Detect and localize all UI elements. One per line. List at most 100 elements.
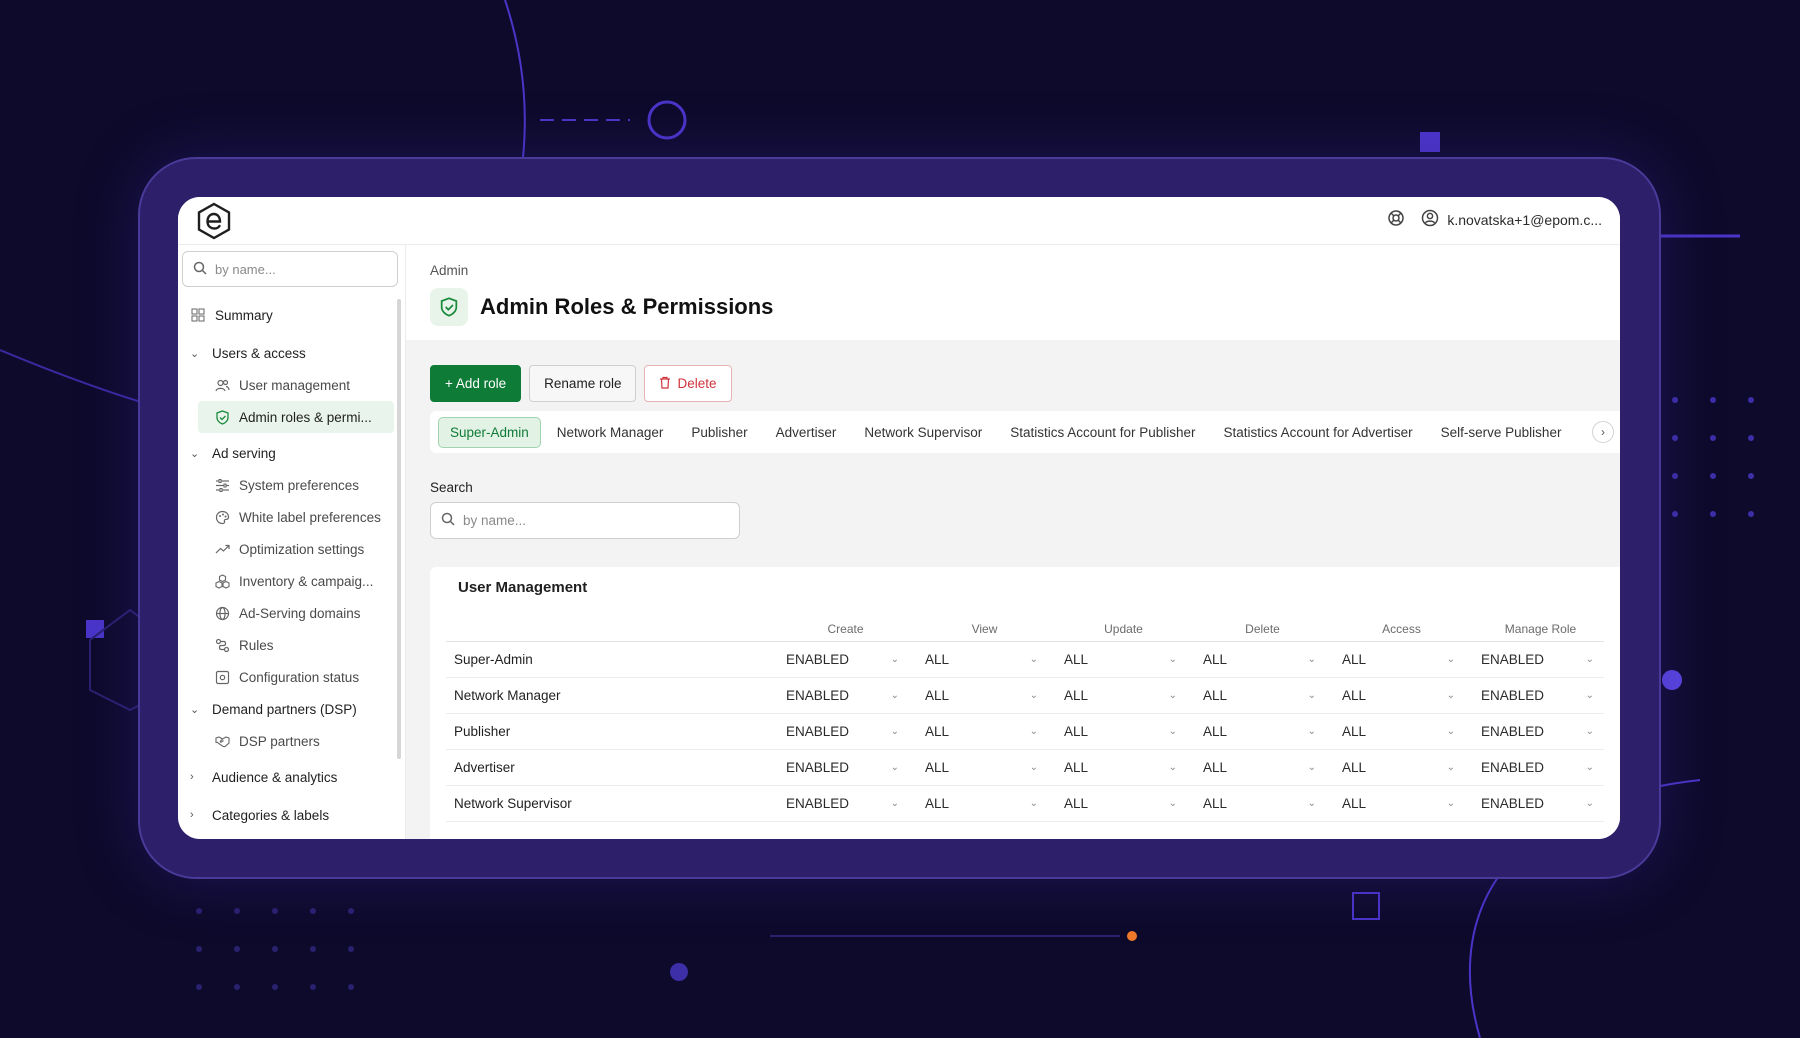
permission-select[interactable]: ENABLED ⌄ bbox=[776, 724, 915, 739]
chevron-down-icon: ⌄ bbox=[1307, 798, 1316, 809]
permission-value: ENABLED bbox=[786, 796, 850, 811]
header-role bbox=[446, 622, 776, 641]
rename-role-button[interactable]: Rename role bbox=[529, 365, 637, 402]
sidebar-group-users-access[interactable]: ⌄ Users & access bbox=[178, 337, 398, 369]
sidebar-search-input[interactable]: by name... bbox=[182, 251, 398, 287]
app-logo[interactable] bbox=[194, 201, 234, 241]
chevron-right-icon: › bbox=[190, 771, 194, 783]
sidebar-item-dsp-partners[interactable]: DSP partners bbox=[178, 725, 398, 757]
sidebar-item-white-label[interactable]: White label preferences bbox=[178, 501, 398, 533]
action-toolbar: + Add role Rename role Delete bbox=[430, 365, 732, 402]
help-icon[interactable] bbox=[1387, 209, 1405, 230]
sidebar-item-inventory[interactable]: Inventory & campaig... bbox=[178, 565, 398, 597]
permission-select[interactable]: ALL ⌄ bbox=[1332, 760, 1471, 775]
sidebar-item-summary[interactable]: Summary bbox=[178, 299, 398, 331]
sidebar-item-optimization[interactable]: Optimization settings bbox=[178, 533, 398, 565]
sidebar-item-user-management[interactable]: User management bbox=[178, 369, 398, 401]
permission-select[interactable]: ALL ⌄ bbox=[1193, 688, 1332, 703]
table-header: Create View Update Delete Access Manage … bbox=[446, 622, 1604, 642]
permissions-table: Create View Update Delete Access Manage … bbox=[446, 622, 1604, 822]
permission-select[interactable]: ENABLED ⌄ bbox=[1471, 652, 1610, 667]
add-role-button[interactable]: + Add role bbox=[430, 365, 522, 402]
top-bar: k.novatska+1@epom.c... bbox=[178, 197, 1620, 245]
permission-select[interactable]: ENABLED ⌄ bbox=[1471, 688, 1610, 703]
permission-select[interactable]: ENABLED ⌄ bbox=[776, 652, 915, 667]
sidebar-group-dsp[interactable]: ⌄ Demand partners (DSP) bbox=[178, 693, 398, 725]
permission-value: ALL bbox=[1342, 688, 1367, 703]
sidebar-group-label: Users & access bbox=[212, 345, 306, 361]
sidebar-item-ad-serving-domains[interactable]: Ad-Serving domains bbox=[178, 597, 398, 629]
permission-select[interactable]: ALL ⌄ bbox=[1332, 796, 1471, 811]
tab-self-serve-publisher[interactable]: Self-serve Publisher bbox=[1429, 417, 1574, 448]
sidebar-search-placeholder: by name... bbox=[215, 261, 276, 277]
permission-select[interactable]: ENABLED ⌄ bbox=[776, 796, 915, 811]
tab-statistics-advertiser[interactable]: Statistics Account for Advertiser bbox=[1212, 417, 1425, 448]
permission-select[interactable]: ENABLED ⌄ bbox=[1471, 724, 1610, 739]
sidebar-scrollbar[interactable] bbox=[397, 299, 401, 759]
tab-super-admin[interactable]: Super-Admin bbox=[438, 416, 541, 448]
permission-select[interactable]: ALL ⌄ bbox=[915, 724, 1054, 739]
permission-select[interactable]: ALL ⌄ bbox=[1054, 724, 1193, 739]
chevron-down-icon: ⌄ bbox=[1029, 726, 1038, 737]
permission-select[interactable]: ALL ⌄ bbox=[1332, 652, 1471, 667]
role-tabs: Super-Admin Network Manager Publisher Ad… bbox=[430, 411, 1620, 453]
dashboard-icon bbox=[190, 307, 206, 323]
permission-select[interactable]: ALL ⌄ bbox=[1054, 688, 1193, 703]
column-header: Access bbox=[1382, 622, 1421, 636]
cubes-icon bbox=[214, 573, 230, 589]
chevron-down-icon: ⌄ bbox=[1585, 762, 1594, 773]
sidebar-item-rules[interactable]: Rules bbox=[178, 629, 398, 661]
sidebar-item-config-status[interactable]: Configuration status bbox=[178, 661, 398, 693]
permission-select[interactable]: ALL ⌄ bbox=[1193, 760, 1332, 775]
permission-select[interactable]: ALL ⌄ bbox=[915, 688, 1054, 703]
chevron-down-icon: ⌄ bbox=[1446, 762, 1455, 773]
permission-select[interactable]: ENABLED ⌄ bbox=[1471, 760, 1610, 775]
permission-value: ALL bbox=[1203, 796, 1228, 811]
sidebar-item-label: White label preferences bbox=[239, 509, 381, 525]
sidebar-group-ad-serving[interactable]: ⌄ Ad serving bbox=[178, 437, 398, 469]
permission-select[interactable]: ALL ⌄ bbox=[1332, 688, 1471, 703]
permission-select[interactable]: ENABLED ⌄ bbox=[776, 688, 915, 703]
permission-select[interactable]: ALL ⌄ bbox=[1332, 724, 1471, 739]
permission-select[interactable]: ALL ⌄ bbox=[915, 796, 1054, 811]
column-header: View bbox=[971, 622, 998, 636]
breadcrumb[interactable]: Admin bbox=[430, 263, 468, 278]
permission-select[interactable]: ALL ⌄ bbox=[1193, 796, 1332, 811]
permission-select[interactable]: ALL ⌄ bbox=[1054, 760, 1193, 775]
sidebar-item-label: Configuration status bbox=[239, 669, 360, 685]
tab-advertiser[interactable]: Advertiser bbox=[764, 417, 849, 448]
tab-network-manager[interactable]: Network Manager bbox=[545, 417, 676, 448]
permission-value: ENABLED bbox=[786, 760, 850, 775]
role-name: Network Manager bbox=[454, 688, 561, 703]
tab-statistics-publisher[interactable]: Statistics Account for Publisher bbox=[998, 417, 1207, 448]
trash-icon bbox=[659, 376, 671, 392]
permission-select[interactable]: ENABLED ⌄ bbox=[1471, 796, 1610, 811]
permission-value: ALL bbox=[925, 760, 950, 775]
sidebar: by name... Summary ⌄ Users & access User… bbox=[178, 245, 406, 839]
permission-search-input[interactable]: by name... bbox=[430, 502, 740, 539]
role-name: Network Supervisor bbox=[454, 796, 572, 811]
chevron-down-icon: ⌄ bbox=[1029, 762, 1038, 773]
permission-select[interactable]: ALL ⌄ bbox=[1193, 724, 1332, 739]
sidebar-item-system-preferences[interactable]: System preferences bbox=[178, 469, 398, 501]
tab-network-supervisor[interactable]: Network Supervisor bbox=[852, 417, 994, 448]
permission-value: ALL bbox=[1064, 760, 1089, 775]
permission-value: ENABLED bbox=[1481, 652, 1545, 667]
sidebar-item-label: Admin roles & permi... bbox=[239, 409, 372, 425]
permission-select[interactable]: ALL ⌄ bbox=[1054, 796, 1193, 811]
sidebar-group-categories[interactable]: › Categories & labels bbox=[178, 799, 398, 831]
permission-select[interactable]: ALL ⌄ bbox=[1054, 652, 1193, 667]
user-avatar-icon bbox=[1421, 209, 1439, 230]
permission-select[interactable]: ALL ⌄ bbox=[1193, 652, 1332, 667]
permission-select[interactable]: ALL ⌄ bbox=[915, 760, 1054, 775]
sidebar-item-admin-roles[interactable]: Admin roles & permi... bbox=[198, 401, 394, 433]
delete-role-button[interactable]: Delete bbox=[644, 365, 732, 402]
sidebar-group-audience[interactable]: › Audience & analytics bbox=[178, 761, 398, 793]
user-menu[interactable]: k.novatska+1@epom.c... bbox=[1421, 209, 1602, 230]
permission-select[interactable]: ALL ⌄ bbox=[915, 652, 1054, 667]
sliders-icon bbox=[214, 477, 230, 493]
tab-publisher[interactable]: Publisher bbox=[679, 417, 759, 448]
permission-select[interactable]: ENABLED ⌄ bbox=[776, 760, 915, 775]
chevron-right-icon[interactable]: › bbox=[1592, 421, 1614, 443]
column-header: Delete bbox=[1245, 622, 1280, 636]
